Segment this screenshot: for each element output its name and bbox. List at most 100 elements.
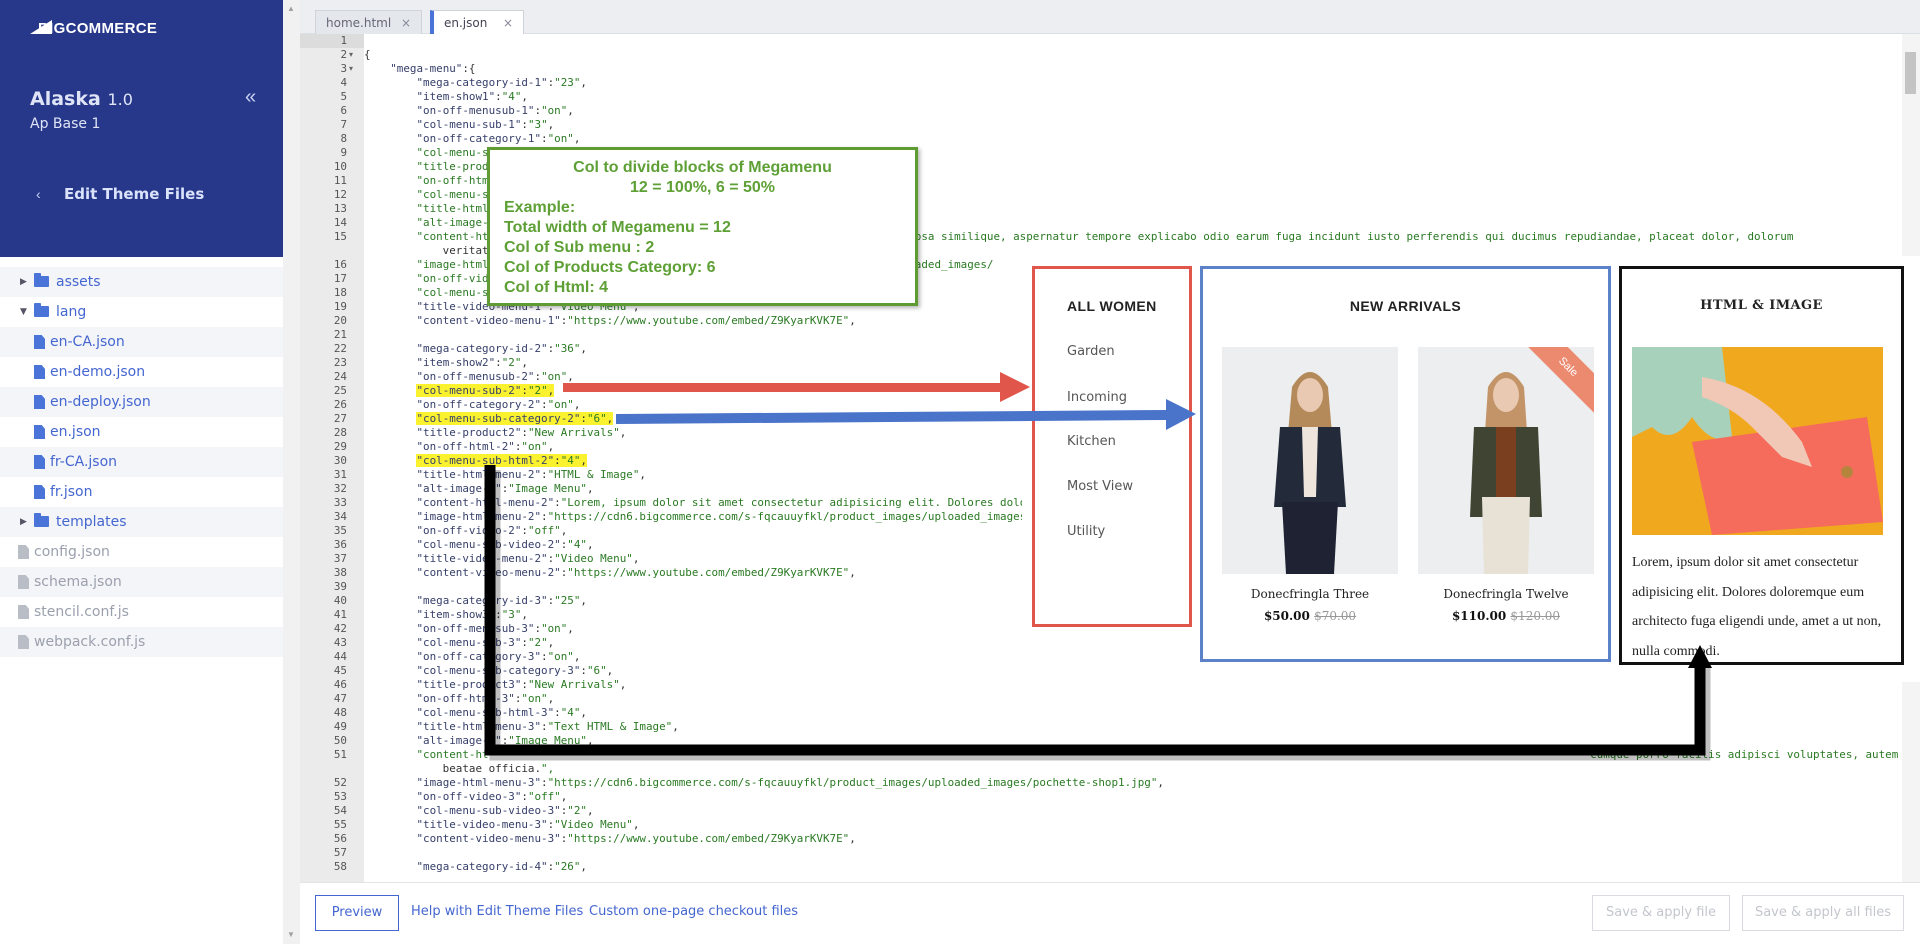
code-line[interactable]: "image-html-menu-3":"https://cdn6.bigcom… xyxy=(364,776,1163,790)
tree-item-assets[interactable]: ▶ assets xyxy=(0,267,283,297)
save-apply-file-button[interactable]: Save & apply file xyxy=(1592,895,1730,931)
edit-theme-files-title[interactable]: Edit Theme Files xyxy=(64,185,204,203)
submenu-item-most-view[interactable]: Most View xyxy=(1067,479,1133,494)
tree-item-webpack-conf-js[interactable]: webpack.conf.js xyxy=(0,627,283,657)
code-line[interactable]: "mega-category-id-4":"26", xyxy=(364,860,587,874)
submenu-item-utility[interactable]: Utility xyxy=(1067,524,1105,539)
code-line[interactable]: "on-off-menusub-3":"on", xyxy=(364,622,573,636)
checkout-files-link[interactable]: Custom one-page checkout files xyxy=(589,904,798,919)
code-line[interactable]: "title-product2":"New Arrivals", xyxy=(364,426,626,440)
code-line[interactable]: "on-off-html-3":"on", xyxy=(364,692,554,706)
code-line[interactable]: "image-html-menu-2":"https://cdn6.bigcom… xyxy=(364,510,1032,524)
tree-item-schema-json[interactable]: schema.json xyxy=(0,567,283,597)
submenu-item-garden[interactable]: Garden xyxy=(1067,344,1115,359)
code-line[interactable]: "alt-image-3":"Image Menu", xyxy=(364,734,593,748)
code-line[interactable]: { xyxy=(364,48,371,62)
caret-right-icon[interactable]: ▶ xyxy=(20,507,27,537)
close-icon[interactable]: × xyxy=(401,11,411,35)
code-line[interactable]: "item-show1":"4", xyxy=(364,90,527,104)
fold-toggle-icon[interactable]: ▾ xyxy=(349,48,353,62)
code-line[interactable]: "col-menu-sub-video-2":"4", xyxy=(364,538,593,552)
tree-item-en-ca-json[interactable]: en-CA.json xyxy=(0,327,283,357)
sidebar-scrollbar[interactable]: ▲ ▼ xyxy=(283,0,300,944)
tree-item-en-json[interactable]: en.json xyxy=(0,417,283,447)
code-line[interactable]: "title-html-menu-2":"HTML & Image", xyxy=(364,468,646,482)
tree-item-en-demo-json[interactable]: en-demo.json xyxy=(0,357,283,387)
product-name[interactable]: Donecfringla Three xyxy=(1222,587,1398,601)
fold-toggle-icon[interactable]: ▾ xyxy=(349,62,353,76)
editor-scrollbar-thumb[interactable] xyxy=(1905,52,1916,94)
line-number: 12 xyxy=(333,188,347,201)
code-line[interactable]: "on-off-htm xyxy=(364,174,488,188)
code-line[interactable]: "col-menu-s xyxy=(364,146,488,160)
line-number: 26 xyxy=(333,398,347,411)
code-line[interactable]: "on-off-category-2":"on", xyxy=(364,398,580,412)
code-line[interactable]: "on-off-category-1":"on", xyxy=(364,132,580,146)
code-line[interactable]: "on-off-html-2":"on", xyxy=(364,440,554,454)
code-line[interactable]: "title-html xyxy=(364,202,488,216)
code-line[interactable]: "title-prod xyxy=(364,160,488,174)
caret-right-icon[interactable]: ▶ xyxy=(20,267,27,297)
code-line[interactable]: "col-menu-sub-3":"2", xyxy=(364,636,554,650)
tree-item-templates[interactable]: ▶ templates xyxy=(0,507,283,537)
code-line[interactable]: "content-video-menu-2":"https://www.yout… xyxy=(364,566,855,580)
code-line[interactable]: "on-off-video-2":"off", xyxy=(364,524,567,538)
tree-item-en-deploy-json[interactable]: en-deploy.json xyxy=(0,387,283,417)
code-line[interactable]: "col-menu-sub-html-3":"4", xyxy=(364,706,587,720)
code-line[interactable]: "content-html-menu-2":"Lorem, ipsum dolo… xyxy=(364,496,1032,510)
code-line[interactable]: "mega-menu":{ xyxy=(364,62,475,76)
submenu-item-kitchen[interactable]: Kitchen xyxy=(1067,434,1116,449)
code-line[interactable]: "mega-category-id-3":"25", xyxy=(364,594,587,608)
code-line[interactable]: "mega-category-id-2":"36", xyxy=(364,342,587,356)
code-line[interactable]: "on-off-menusub-1":"on", xyxy=(364,104,573,118)
code-line[interactable]: "title-html-menu-3":"Text HTML & Image", xyxy=(364,720,678,734)
code-line[interactable]: veritat xyxy=(364,244,489,258)
code-line[interactable]: "col-menu-sub-category-2":"6", xyxy=(364,412,614,426)
file-icon xyxy=(18,635,29,649)
caret-down-icon[interactable]: ▼ xyxy=(20,297,27,327)
code-line[interactable]: "content-video-menu-1":"https://www.yout… xyxy=(364,314,855,328)
code-line[interactable]: "content-ht cumque porro facilis adipisc… xyxy=(364,748,1898,762)
code-line[interactable]: "mega-category-id-1":"23", xyxy=(364,76,587,90)
code-line[interactable]: "col-menu-s xyxy=(364,188,488,202)
save-apply-all-button[interactable]: Save & apply all files xyxy=(1742,895,1904,931)
code-line[interactable]: "col-menu-sub-category-3":"6", xyxy=(364,664,613,678)
tree-item-lang[interactable]: ▼ lang xyxy=(0,297,283,327)
code-line[interactable]: "on-off-video-3":"off", xyxy=(364,790,567,804)
code-line[interactable]: "item-show2":"2", xyxy=(364,356,527,370)
code-line[interactable]: "on-off-menusub-2":"on", xyxy=(364,370,573,384)
folder-icon xyxy=(34,273,49,287)
preview-button[interactable]: Preview xyxy=(315,895,399,931)
tree-item-fr-json[interactable]: fr.json xyxy=(0,477,283,507)
close-icon[interactable]: × xyxy=(503,11,513,35)
code-line[interactable]: "col-menu-s xyxy=(364,286,488,300)
double-chevron-left-icon[interactable]: « xyxy=(245,86,256,109)
code-line[interactable]: "col-menu-sub-2":"2", xyxy=(364,384,555,398)
code-line[interactable]: "item-show3":"3", xyxy=(364,608,527,622)
chevron-left-icon[interactable]: ‹ xyxy=(36,186,41,202)
submenu-item-incoming[interactable]: Incoming xyxy=(1067,390,1127,405)
code-line[interactable]: "alt-image-2":"Image Menu", xyxy=(364,482,593,496)
code-line[interactable]: "col-menu-sub-html-2":"4", xyxy=(364,454,587,468)
code-line[interactable]: "on-off-category-3":"on", xyxy=(364,650,580,664)
code-line[interactable]: beatae officia.", xyxy=(364,762,555,776)
tree-item-fr-ca-json[interactable]: fr-CA.json xyxy=(0,447,283,477)
tab-en-json[interactable]: en.json × xyxy=(430,10,524,34)
help-link[interactable]: Help with Edit Theme Files xyxy=(411,904,583,919)
tree-item-stencil-conf-js[interactable]: stencil.conf.js xyxy=(0,597,283,627)
code-line[interactable]: "title-product3":"New Arrivals", xyxy=(364,678,626,692)
product-image[interactable] xyxy=(1222,347,1398,574)
code-line[interactable]: "col-menu-sub-video-3":"2", xyxy=(364,804,593,818)
code-line[interactable]: "content-video-menu-3":"https://www.yout… xyxy=(364,832,855,846)
product-image[interactable]: Sale xyxy=(1418,347,1594,574)
product-name[interactable]: Donecfringla Twelve xyxy=(1418,587,1594,601)
line-number: 19 xyxy=(333,300,347,313)
code-line[interactable]: "col-menu-sub-1":"3", xyxy=(364,118,554,132)
annotation-note: Col to divide blocks of Megamenu 12 = 10… xyxy=(487,147,918,306)
code-line[interactable]: "alt-image- xyxy=(364,216,488,230)
code-line[interactable]: "on-off-vid xyxy=(364,272,488,286)
tab-home-html[interactable]: home.html × xyxy=(315,10,422,34)
code-line[interactable]: "title-video-menu-3":"Video Menu", xyxy=(364,818,639,832)
tree-item-config-json[interactable]: config.json xyxy=(0,537,283,567)
code-line[interactable]: "title-video-menu-2":"Video Menu", xyxy=(364,552,639,566)
